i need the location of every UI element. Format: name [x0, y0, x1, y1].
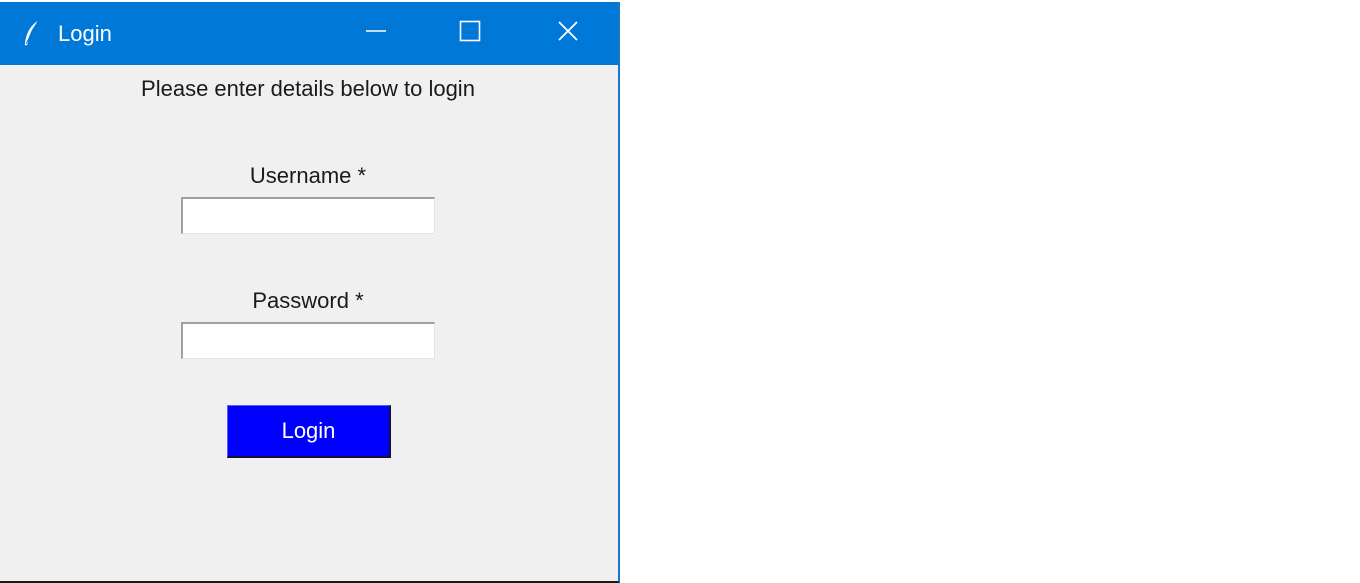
title-bar[interactable]: Login	[0, 2, 618, 65]
close-button[interactable]	[522, 2, 614, 65]
minimize-icon	[365, 20, 387, 47]
maximize-button[interactable]	[424, 2, 516, 65]
login-button[interactable]: Login	[227, 405, 391, 458]
minimize-button[interactable]	[330, 2, 422, 65]
password-label: Password *	[252, 288, 364, 313]
window-title: Login	[58, 21, 112, 46]
username-label: Username *	[249, 163, 367, 188]
maximize-icon	[459, 20, 481, 47]
instructions-text: Please enter details below to login	[141, 76, 475, 101]
username-input[interactable]	[181, 197, 435, 234]
login-window: Login Please enter details below to logi…	[0, 2, 620, 583]
password-input[interactable]	[181, 322, 435, 359]
login-form: Please enter details below to login User…	[0, 65, 618, 581]
close-icon	[557, 20, 579, 47]
feather-icon	[22, 20, 42, 48]
